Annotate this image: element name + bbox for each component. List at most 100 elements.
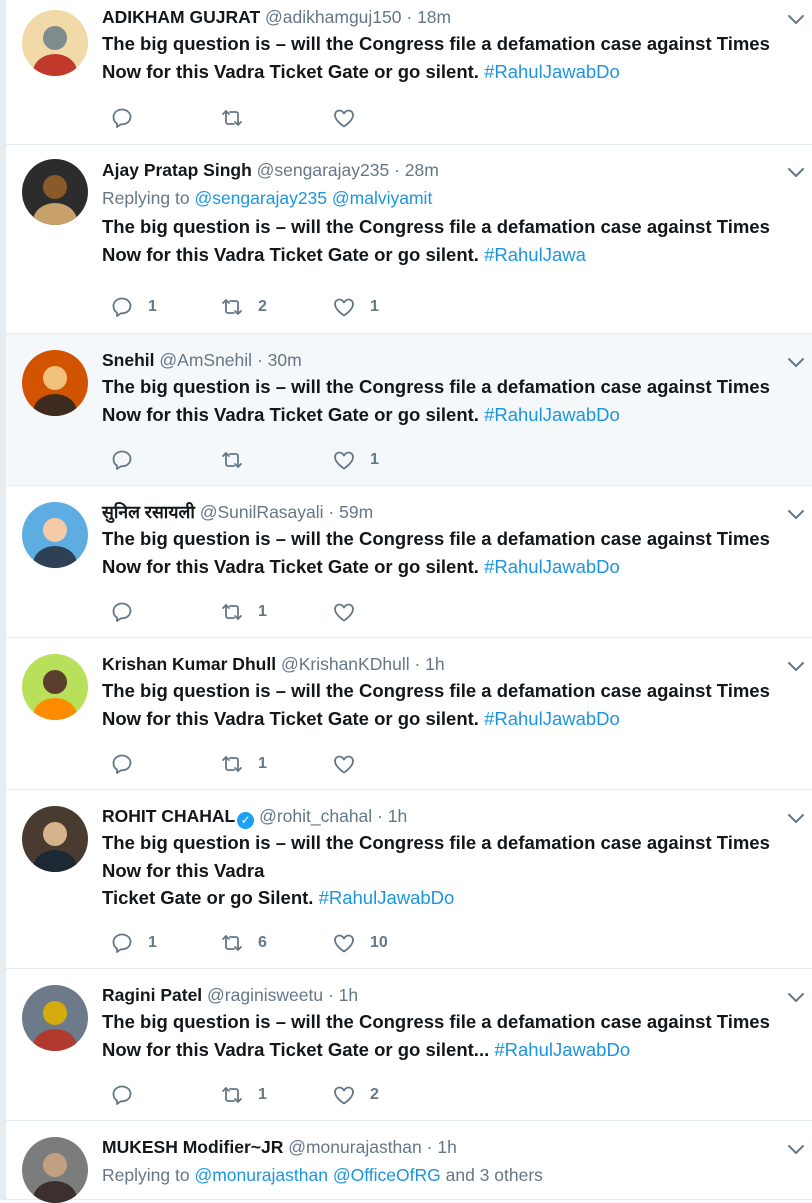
retweet-button[interactable]: 6 xyxy=(220,929,267,957)
retweet-button[interactable]: 1 xyxy=(220,1081,267,1109)
like-count: 10 xyxy=(370,934,388,951)
tweet-content: Krishan Kumar Dhull @KrishanKDhull · 1h T… xyxy=(102,651,800,732)
user-handle[interactable]: @raginisweetu xyxy=(207,985,323,1005)
avatar[interactable] xyxy=(22,502,88,568)
reply-button[interactable] xyxy=(110,446,148,474)
timestamp[interactable]: · 1h xyxy=(427,1137,457,1157)
tweet[interactable]: ADIKHAM GUJRAT @adikhamguj150 · 18m The b… xyxy=(6,0,812,145)
timestamp[interactable]: · 1h xyxy=(414,654,444,674)
avatar[interactable] xyxy=(22,654,88,720)
like-button[interactable] xyxy=(332,750,370,778)
replying-to: Replying to @monurajasthan @OfficeOfRG a… xyxy=(102,1160,800,1190)
reply-mention[interactable]: @malviyamit xyxy=(332,188,432,208)
reply-button[interactable]: 1 xyxy=(110,929,157,957)
retweet-button[interactable]: 1 xyxy=(220,750,267,778)
tweet-text: The big question is – will the Congress … xyxy=(102,525,800,580)
user-name[interactable]: Snehil xyxy=(102,350,155,370)
tweet[interactable]: सुनिल रसायली @SunilRasayali · 59m The big… xyxy=(6,486,812,638)
like-button[interactable]: 2 xyxy=(332,1081,379,1109)
reply-button[interactable]: 1 xyxy=(110,293,157,321)
tweet-content: Ajay Pratap Singh @sengarajay235 · 28m Re… xyxy=(102,157,800,268)
tweet-text-line: The big question is – will the Congress … xyxy=(102,33,770,54)
user-handle[interactable]: @rohit_chahal xyxy=(259,806,372,826)
like-button[interactable] xyxy=(332,598,370,626)
hashtag-link[interactable]: #RahulJawabDo xyxy=(484,404,620,425)
user-handle[interactable]: @AmSnehil xyxy=(159,350,252,370)
reply-others[interactable]: and 3 others xyxy=(446,1165,543,1185)
tweet[interactable]: Krishan Kumar Dhull @KrishanKDhull · 1h T… xyxy=(6,638,812,790)
like-button[interactable]: 1 xyxy=(332,293,379,321)
tweet[interactable]: Ajay Pratap Singh @sengarajay235 · 28m Re… xyxy=(6,145,812,334)
avatar[interactable] xyxy=(22,350,88,416)
reply-button[interactable] xyxy=(110,104,148,132)
tweet-text-line: Now for this Vadra Ticket Gate or go sil… xyxy=(102,60,479,82)
tweet[interactable]: Ragini Patel @raginisweetu · 1h The big q… xyxy=(6,969,812,1121)
tweet[interactable]: ROHIT CHAHAL ✓ @rohit_chahal · 1h The big … xyxy=(6,790,812,969)
tweet-text-line: The big question is – will the Congress … xyxy=(102,216,770,237)
user-name[interactable]: Krishan Kumar Dhull xyxy=(102,654,276,674)
tweet-text-line: The big question is – will the Congress … xyxy=(102,528,770,549)
like-button[interactable]: 1 xyxy=(332,446,379,474)
reply-mention[interactable]: @monurajasthan xyxy=(194,1165,328,1185)
tweet-header: Krishan Kumar Dhull @KrishanKDhull · 1h xyxy=(102,651,800,677)
user-name[interactable]: Ajay Pratap Singh xyxy=(102,160,252,180)
heart-icon xyxy=(332,1083,356,1107)
tweet[interactable]: MUKESH Modifier~JR @monurajasthan · 1h Re… xyxy=(6,1121,812,1203)
like-count: 1 xyxy=(370,298,379,315)
user-name[interactable]: सुनिल रसायली xyxy=(102,502,195,522)
user-handle[interactable]: @SunilRasayali xyxy=(200,502,324,522)
timestamp[interactable]: · 1h xyxy=(377,806,407,826)
tweet-text: The big question is – will the Congress … xyxy=(102,30,800,85)
user-name[interactable]: Ragini Patel xyxy=(102,985,202,1005)
timestamp[interactable]: · 1h xyxy=(328,985,358,1005)
avatar[interactable] xyxy=(22,806,88,872)
hashtag-link[interactable]: #RahulJawabDo xyxy=(484,61,620,82)
tweet-text-line: Now for this Vadra Ticket Gate or go sil… xyxy=(102,243,479,265)
verified-badge-icon: ✓ xyxy=(237,812,255,829)
avatar[interactable] xyxy=(22,10,88,76)
reply-button[interactable] xyxy=(110,598,148,626)
retweet-button[interactable]: 2 xyxy=(220,293,267,321)
avatar[interactable] xyxy=(22,1137,88,1203)
retweet-button[interactable]: 1 xyxy=(220,598,267,626)
tweet-text: The big question is – will the Congress … xyxy=(102,213,800,268)
hashtag-link[interactable]: #RahulJawabDo xyxy=(484,708,620,729)
avatar[interactable] xyxy=(22,159,88,225)
timestamp[interactable]: · 28m xyxy=(394,160,439,180)
user-name[interactable]: ROHIT CHAHAL xyxy=(102,806,235,826)
avatar[interactable] xyxy=(22,985,88,1051)
replying-to: Replying to @sengarajay235 @malviyamit xyxy=(102,183,800,213)
reply-mention[interactable]: @OfficeOfRG xyxy=(333,1165,441,1185)
tweet-text: The big question is – will the Congress … xyxy=(102,1008,800,1063)
reply-mention[interactable]: @sengarajay235 xyxy=(194,188,327,208)
user-name[interactable]: ADIKHAM GUJRAT xyxy=(102,7,260,27)
reply-icon xyxy=(110,931,134,955)
tweet[interactable]: Snehil @AmSnehil · 30m The big question i… xyxy=(6,334,812,486)
retweet-button[interactable] xyxy=(220,104,258,132)
heart-icon xyxy=(332,752,356,776)
reply-icon xyxy=(110,106,134,130)
timestamp[interactable]: · 30m xyxy=(257,350,302,370)
like-button[interactable] xyxy=(332,104,370,132)
tweet-text-line: The big question is – will the Congress … xyxy=(102,680,770,701)
hashtag-link[interactable]: #RahulJawabDo xyxy=(319,887,455,908)
user-handle[interactable]: @monurajasthan xyxy=(288,1137,422,1157)
reply-button[interactable] xyxy=(110,750,148,778)
hashtag-link[interactable]: #RahulJawabDo xyxy=(494,1039,630,1060)
user-handle[interactable]: @adikhamguj150 xyxy=(265,7,401,27)
hashtag-link[interactable]: #RahulJawabDo xyxy=(484,556,620,577)
retweet-button[interactable] xyxy=(220,446,258,474)
tweet-content: ROHIT CHAHAL ✓ @rohit_chahal · 1h The big … xyxy=(102,803,800,912)
tweet-content: सुनिल रसायली @SunilRasayali · 59m The big… xyxy=(102,499,800,580)
retweet-count: 1 xyxy=(258,603,267,620)
timestamp[interactable]: · 59m xyxy=(328,502,373,522)
tweet-text-line: Now for this Vadra xyxy=(102,859,265,881)
like-button[interactable]: 10 xyxy=(332,929,388,957)
reply-button[interactable] xyxy=(110,1081,148,1109)
hashtag-link[interactable]: #RahulJawa xyxy=(484,244,586,265)
timestamp[interactable]: · 18m xyxy=(406,7,451,27)
user-handle[interactable]: @KrishanKDhull xyxy=(281,654,410,674)
user-handle[interactable]: @sengarajay235 xyxy=(257,160,390,180)
user-name[interactable]: MUKESH Modifier~JR xyxy=(102,1137,283,1157)
heart-icon xyxy=(332,600,356,624)
